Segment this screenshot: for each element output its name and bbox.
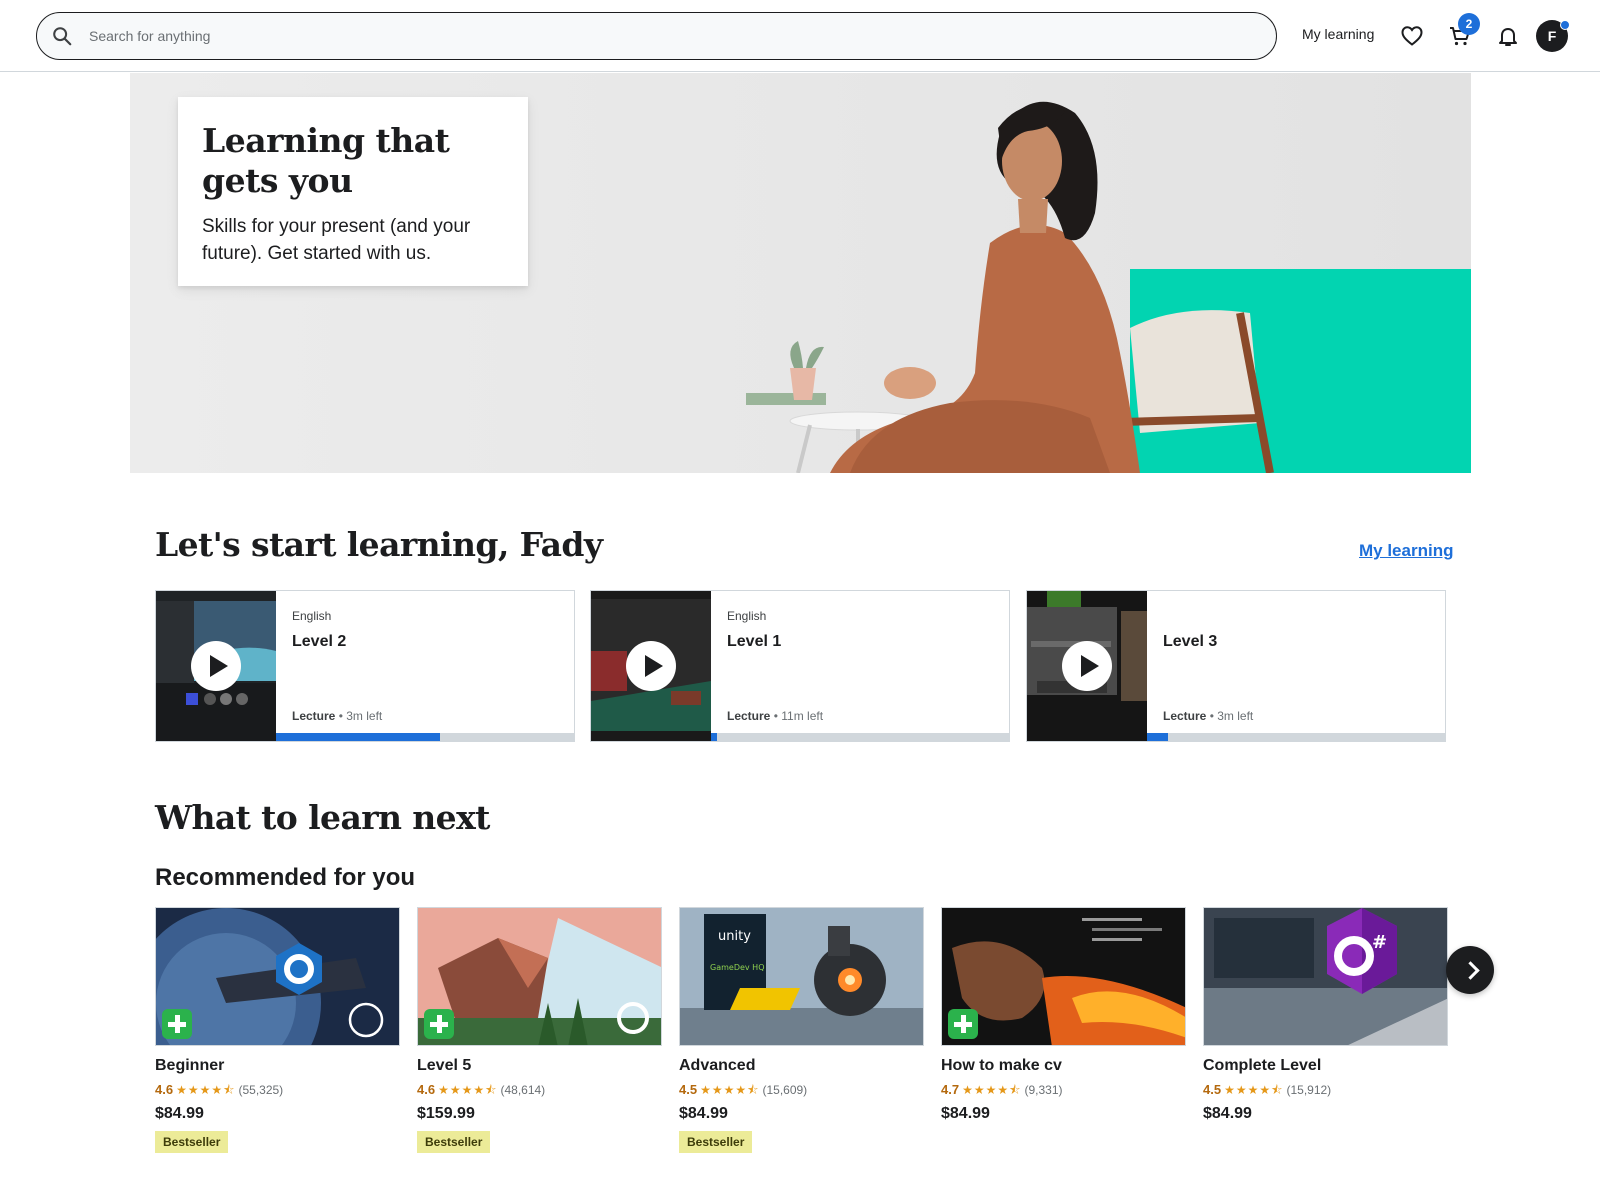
lecture-thumbnail xyxy=(1027,591,1147,741)
lecture-card[interactable]: English Level 1 Lecture • 11m left xyxy=(590,590,1010,742)
start-learning-heading: Let's start learning, Fady xyxy=(155,525,603,564)
plus-badge-icon xyxy=(162,1009,192,1039)
my-learning-section-link[interactable]: My learning xyxy=(1359,541,1453,561)
progress-fill xyxy=(711,733,717,741)
lecture-meta: Lecture • 3m left xyxy=(1163,709,1254,723)
course-rating: 4.5 ★★★★⯪ (15,912) xyxy=(1203,1082,1332,1097)
what-to-learn-heading: What to learn next xyxy=(155,798,490,837)
star-rating-icon: ★★★★⯪ xyxy=(438,1083,498,1097)
star-rating-icon: ★★★★⯪ xyxy=(176,1083,236,1097)
notification-dot xyxy=(1560,20,1570,30)
star-rating-icon: ★★★★⯪ xyxy=(700,1083,760,1097)
course-price: $84.99 xyxy=(941,1105,990,1122)
search-icon[interactable] xyxy=(51,25,73,47)
lecture-progress-bar xyxy=(711,733,1009,741)
course-card[interactable]: Level 5 4.6 ★★★★⯪ (48,614) $159.99 Bestsel… xyxy=(417,907,662,1153)
lecture-card[interactable]: Level 3 Lecture • 3m left xyxy=(1026,590,1446,742)
course-thumbnail xyxy=(417,907,662,1046)
lecture-progress-bar xyxy=(276,733,574,741)
course-title: Complete Level xyxy=(1203,1057,1322,1074)
course-rating: 4.7 ★★★★⯪ (9,331) xyxy=(941,1082,1063,1097)
course-thumbnail xyxy=(941,907,1186,1046)
course-title: Beginner xyxy=(155,1057,225,1074)
course-price: $84.99 xyxy=(1203,1105,1252,1122)
play-icon[interactable] xyxy=(1062,641,1112,691)
course-title: How to make cv xyxy=(941,1057,1062,1074)
progress-fill xyxy=(1147,733,1168,741)
hero-title: Learning that gets you xyxy=(202,121,450,200)
recommended-heading: Recommended for you xyxy=(155,864,416,891)
course-card[interactable]: # Complete Level 4.5 ★★★★⯪ (15,912) $84.99 xyxy=(1203,907,1448,1123)
lecture-language: English xyxy=(292,609,332,623)
course-rating: 4.5 ★★★★⯪ (15,609) xyxy=(679,1082,808,1097)
star-rating-icon: ★★★★⯪ xyxy=(962,1083,1022,1097)
heart-icon[interactable] xyxy=(1400,24,1424,48)
bestseller-badge: Bestseller xyxy=(417,1131,491,1153)
course-price: $159.99 xyxy=(417,1105,475,1122)
lecture-thumbnail xyxy=(591,591,711,741)
top-header: My learning 2 F xyxy=(0,0,1600,72)
lecture-thumbnail xyxy=(156,591,276,741)
play-icon[interactable] xyxy=(626,641,676,691)
lecture-card[interactable]: English Level 2 Lecture • 3m left xyxy=(155,590,575,742)
course-card[interactable]: Beginner 4.6 ★★★★⯪ (55,325) $84.99 Bestsel… xyxy=(155,907,400,1153)
lecture-meta: Lecture • 11m left xyxy=(727,709,824,723)
unity-logo-text: unity xyxy=(718,929,751,944)
star-rating-icon: ★★★★⯪ xyxy=(1224,1083,1284,1097)
lecture-title: Level 3 xyxy=(1163,633,1218,650)
bestseller-badge: Bestseller xyxy=(155,1131,229,1153)
search-bar[interactable] xyxy=(36,12,1277,60)
course-thumbnail xyxy=(155,907,400,1046)
carousel-next-button[interactable] xyxy=(1446,946,1494,994)
lecture-progress-bar xyxy=(1147,733,1445,741)
hero-subtitle: Skills for your present (and your future… xyxy=(202,216,471,264)
course-card[interactable]: How to make cv 4.7 ★★★★⯪ (9,331) $84.99 xyxy=(941,907,1186,1123)
progress-fill xyxy=(276,733,440,741)
svg-text:#: # xyxy=(1372,932,1387,953)
lecture-meta: Lecture • 3m left xyxy=(292,709,383,723)
plus-badge-icon xyxy=(424,1009,454,1039)
plus-badge-icon xyxy=(948,1009,978,1039)
bestseller-badge: Bestseller xyxy=(679,1131,753,1153)
lecture-title: Level 1 xyxy=(727,633,782,650)
search-input[interactable] xyxy=(89,14,1249,58)
course-card[interactable]: unity GameDev HQ Advanced 4.5 ★★★★⯪ (15,60… xyxy=(679,907,924,1153)
my-learning-link[interactable]: My learning xyxy=(1302,26,1374,42)
course-rating: 4.6 ★★★★⯪ (48,614) xyxy=(417,1082,546,1097)
lecture-language: English xyxy=(727,609,767,623)
course-title: Level 5 xyxy=(417,1057,472,1074)
course-rating: 4.6 ★★★★⯪ (55,325) xyxy=(155,1082,284,1097)
play-icon[interactable] xyxy=(191,641,241,691)
lecture-title: Level 2 xyxy=(292,633,347,650)
course-price: $84.99 xyxy=(155,1105,204,1122)
cart-count-badge: 2 xyxy=(1458,13,1480,35)
course-price: $84.99 xyxy=(679,1105,728,1122)
course-thumbnail: unity GameDev HQ xyxy=(679,907,924,1046)
bell-icon[interactable] xyxy=(1496,24,1520,48)
gamedev-logo-text: GameDev HQ xyxy=(710,963,765,972)
course-title: Advanced xyxy=(679,1057,756,1074)
course-thumbnail: # xyxy=(1203,907,1448,1046)
hero-card: Learning that gets you Skills for your p… xyxy=(178,97,528,286)
